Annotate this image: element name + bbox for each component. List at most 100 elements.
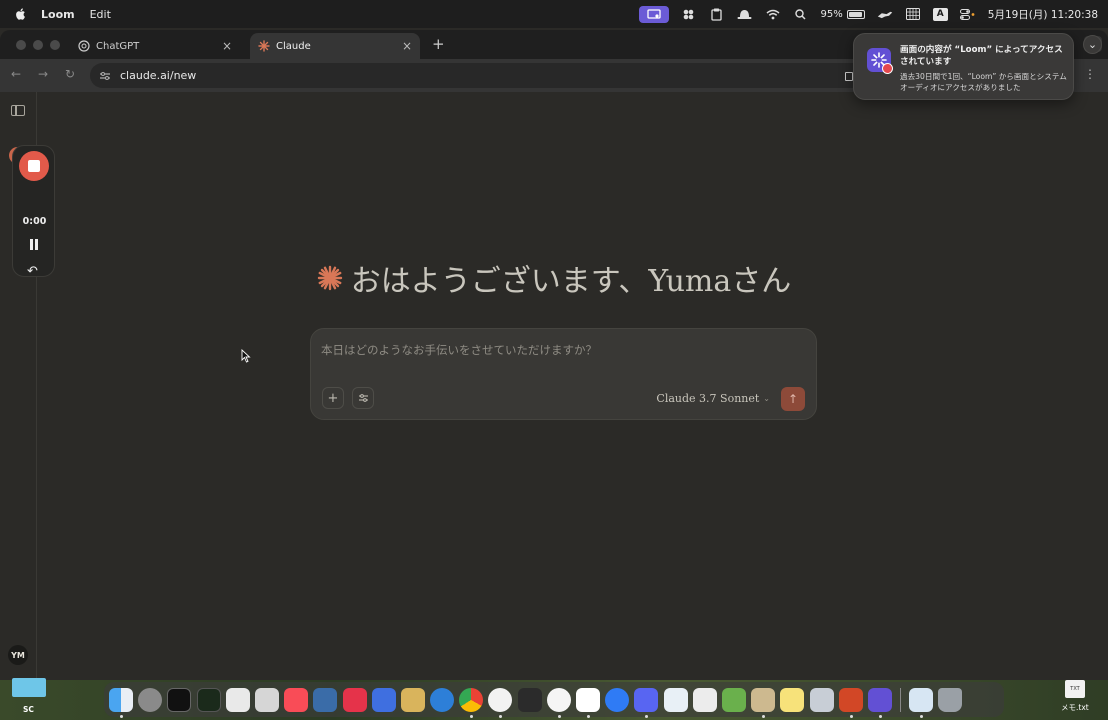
claude-page: + YM おはようございます、Yumaさん 本日はどのようなお手伝いをさせていた… (0, 92, 1108, 680)
apple-menu-icon[interactable] (14, 7, 28, 21)
slack-icon[interactable] (576, 687, 600, 718)
textedit-icon[interactable] (692, 687, 717, 712)
desktop-folder-icon[interactable] (12, 678, 46, 697)
control-center-icon[interactable] (960, 7, 976, 21)
chatgpt-icon (78, 40, 90, 52)
tab-close-icon[interactable]: × (402, 39, 412, 53)
notebook-icon[interactable] (751, 687, 776, 718)
loom-dock-icon[interactable] (867, 687, 892, 718)
input-source-indicator[interactable]: A (932, 7, 948, 21)
plus-icon: + (327, 390, 339, 406)
screenshot-icon[interactable] (909, 687, 934, 718)
desktop-text-file-icon[interactable]: TXT (1065, 680, 1085, 698)
notes-icon[interactable] (780, 687, 805, 712)
model-selector[interactable]: Claude 3.7 Sonnet ⌄ (656, 392, 770, 405)
tab-close-icon[interactable]: × (222, 39, 232, 53)
notification-body: 過去30日間で1回、“Loom” から画面とシステムオーディオにアクセスがありま… (900, 72, 1067, 92)
new-tab-icon[interactable]: + (432, 35, 445, 53)
reload-icon[interactable]: ↻ (65, 67, 75, 81)
music-icon[interactable] (284, 687, 309, 712)
running-cat-icon[interactable] (877, 7, 893, 21)
messenger-icon[interactable] (605, 687, 630, 712)
message-input[interactable]: 本日はどのようなお手伝いをさせていただけますか？ (321, 342, 597, 358)
freeform-icon[interactable] (225, 687, 250, 712)
spotlight-search-icon[interactable] (793, 7, 809, 21)
greeting-text: おはようございます、Yumaさん (350, 264, 792, 299)
desktop-folder-label: SC (23, 705, 34, 714)
battery-icon (846, 9, 865, 19)
browser-menu-icon[interactable]: ⋮ (1084, 67, 1096, 81)
finder-icon[interactable] (109, 687, 133, 718)
mouse-cursor-icon (241, 349, 251, 363)
activity-monitor-icon[interactable] (196, 687, 221, 712)
desktop-file-label: メモ.txt (1061, 703, 1089, 712)
dock (104, 682, 1004, 718)
powerpoint-icon[interactable] (838, 687, 863, 718)
site-settings-icon[interactable] (98, 69, 112, 83)
user-avatar[interactable]: YM (8, 645, 28, 665)
tab-chatgpt[interactable]: ChatGPT × (70, 33, 240, 59)
script-editor-icon[interactable] (663, 687, 688, 712)
model-name: Claude 3.7 Sonnet (656, 392, 760, 405)
zoom-window-button[interactable] (50, 40, 60, 50)
screen-share-icon[interactable] (845, 72, 853, 81)
keyboard-viewer-icon[interactable] (809, 687, 834, 712)
terminal-icon[interactable] (167, 687, 192, 712)
recording-badge-icon (882, 63, 893, 74)
restart-recording-icon[interactable]: ↶ (27, 264, 38, 279)
battery-indicator[interactable]: 95% (821, 9, 865, 20)
tools-button[interactable] (352, 387, 374, 409)
menubar-clock[interactable]: 5月19日(月) 11:20:38 (988, 7, 1098, 22)
loom-access-notification[interactable]: 画面の内容が “Loom” によってアクセスされています 過去30日間で1回、“… (853, 33, 1074, 100)
message-composer: 本日はどのようなお手伝いをさせていただけますか？ + Claude 3.7 So… (310, 328, 817, 420)
chatgpt-app-icon[interactable] (488, 687, 513, 718)
hat-icon[interactable] (737, 7, 753, 21)
claude-asterisk-icon (258, 40, 270, 52)
menu-edit[interactable]: Edit (90, 8, 111, 21)
add-attachment-button[interactable]: + (322, 387, 344, 409)
close-window-button[interactable] (16, 40, 26, 50)
window-controls (16, 40, 60, 50)
claude-asterisk-icon (317, 265, 342, 291)
wifi-icon[interactable] (765, 7, 781, 21)
back-arrow-icon[interactable]: ← (11, 67, 21, 81)
tab-claude[interactable]: Claude × (250, 33, 420, 59)
menu-app-name[interactable]: Loom (41, 8, 75, 21)
clipboard-icon[interactable] (709, 7, 725, 21)
notification-title: 画面の内容が “Loom” によってアクセスされています (900, 45, 1063, 67)
stop-recording-button[interactable] (19, 151, 49, 181)
chrome-icon[interactable] (459, 687, 484, 718)
xmind-icon[interactable] (342, 687, 367, 712)
quicktime-icon[interactable] (430, 687, 455, 712)
miro-icon[interactable] (371, 687, 396, 712)
tab-label: ChatGPT (96, 40, 140, 52)
sidebar-toggle-icon[interactable] (11, 105, 25, 116)
battery-percent: 95% (820, 8, 843, 20)
forward-arrow-icon[interactable]: → (38, 67, 48, 81)
audio-editor-icon[interactable] (517, 687, 542, 712)
preview-icon[interactable] (254, 687, 279, 712)
send-button[interactable]: ↑ (781, 387, 805, 411)
notification-close-icon[interactable]: ⌄ (1083, 35, 1102, 54)
minimize-window-button[interactable] (33, 40, 43, 50)
discord-icon[interactable] (634, 687, 659, 718)
chevron-down-icon: ⌄ (763, 394, 770, 403)
xcode-icon[interactable] (313, 687, 338, 712)
arrow-up-icon: ↑ (787, 392, 799, 406)
address-bar[interactable]: claude.ai/new (90, 63, 890, 88)
trash-icon[interactable] (938, 687, 963, 712)
davinci-resolve-icon[interactable] (546, 687, 571, 718)
loom-status-icon[interactable] (638, 5, 669, 23)
control-center-app-icon[interactable] (681, 7, 697, 21)
browser-window: ChatGPT × Claude × + ⌄ ← → ↻ claude.ai/n… (0, 30, 1108, 680)
folder-icon[interactable] (400, 687, 425, 712)
numbers-icon[interactable] (721, 687, 746, 712)
recording-timer: 0:00 (22, 216, 47, 227)
sliders-icon (358, 394, 368, 402)
pause-icon[interactable] (29, 239, 39, 250)
dock-separator (900, 687, 902, 712)
system-settings-icon[interactable] (138, 687, 163, 712)
macos-menu-bar: Loom Edit 95% A 5月19日(月) 11:20:38 (0, 0, 1108, 28)
keyboard-grid-icon[interactable] (905, 7, 921, 21)
tab-label: Claude (276, 40, 311, 52)
